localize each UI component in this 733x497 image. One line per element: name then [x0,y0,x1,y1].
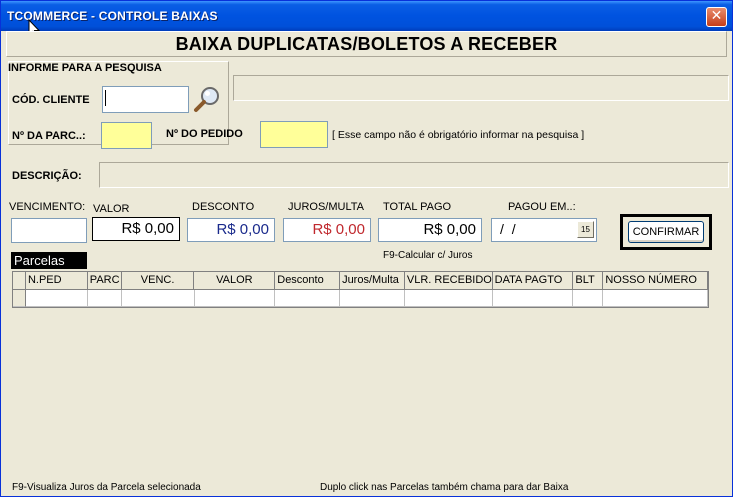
discount-label: DESCONTO [192,201,255,213]
close-button[interactable]: ✕ [706,7,727,27]
table-row[interactable] [13,290,709,307]
table-cell[interactable] [573,290,604,307]
search-button[interactable] [192,85,222,113]
description-field[interactable] [99,162,729,188]
due-date-label: VENCIMENTO: [9,201,86,213]
header-panel: BAIXA DUPLICATAS/BOLETOS A RECEBER [6,31,727,57]
title-bar[interactable]: TCOMMERCE - CONTROLE BAIXAS ✕ [1,1,732,31]
client-code-label: CÓD. CLIENTE [12,94,90,106]
table-cell[interactable] [121,290,195,307]
client-code-input[interactable] [102,86,189,113]
table-cell[interactable] [492,290,574,307]
calendar-icon: 15 [581,225,590,234]
interest-label: JUROS/MULTA [288,201,364,213]
table-cell[interactable] [603,290,709,307]
paid-on-label: PAGOU EM..: [508,201,576,213]
table-cell[interactable] [275,290,341,307]
table-cell[interactable] [25,290,88,307]
discount-field[interactable]: R$ 0,00 [187,218,275,242]
status-right-text: Duplo click nas Parcelas também chama pa… [320,482,569,493]
value-field[interactable]: R$ 0,00 [92,217,180,241]
text-caret [105,90,106,106]
order-number-label: Nº DO PEDIDO [166,128,243,140]
search-group-label: INFORME PARA A PESQUISA [8,62,162,74]
table-cell[interactable] [87,290,122,307]
parcelas-grid[interactable]: N.PED PARC VENC. VALOR Desconto Juros/Mu… [12,271,709,308]
order-number-input[interactable] [260,121,328,148]
interest-field[interactable]: R$ 0,00 [283,218,371,242]
column-header[interactable]: PARC [87,272,122,290]
confirm-button-focus: CONFIRMAR [620,214,712,250]
column-header[interactable]: N.PED [25,272,88,290]
client-area: BAIXA DUPLICATAS/BOLETOS A RECEBER INFOR… [4,31,729,495]
status-left-text: F9-Visualiza Juros da Parcela selecionad… [12,482,201,493]
column-header[interactable]: Juros/Multa [340,272,405,290]
column-header[interactable]: DATA PAGTO [492,272,574,290]
paid-on-value: / / [500,221,518,237]
total-paid-field[interactable]: R$ 0,00 [378,218,482,242]
table-cell[interactable] [194,290,276,307]
table-cell[interactable] [340,290,405,307]
description-label: DESCRIÇÃO: [12,170,82,182]
column-header[interactable]: VLR. RECEBIDO [404,272,493,290]
page-title: BAIXA DUPLICATAS/BOLETOS A RECEBER [175,34,558,54]
main-window: TCOMMERCE - CONTROLE BAIXAS ✕ BAIXA DUPL… [0,0,733,497]
value-label: VALOR [93,203,130,215]
row-indicator[interactable] [13,290,26,307]
column-header[interactable]: VALOR [194,272,276,290]
close-icon: ✕ [710,8,723,24]
parcel-number-input[interactable] [101,122,152,149]
client-name-display [233,75,729,101]
order-number-hint: [ Esse campo não é obrigatório informar … [332,129,585,141]
magnifier-icon [194,87,219,112]
column-header[interactable]: BLT [573,272,604,290]
table-cell[interactable] [404,290,493,307]
paid-on-input[interactable]: / / 15 [491,218,597,242]
total-paid-label: TOTAL PAGO [383,201,452,213]
column-header[interactable]: NOSSO NÚMERO [603,272,709,290]
column-header[interactable]: Desconto [275,272,341,290]
parcel-number-label: Nº DA PARC..: [12,130,86,142]
confirm-button[interactable]: CONFIRMAR [628,221,704,243]
due-date-input[interactable] [11,218,87,243]
status-bar: F9-Visualiza Juros da Parcela selecionad… [6,479,727,495]
calendar-button[interactable]: 15 [577,221,594,238]
grid-header: N.PED PARC VENC. VALOR Desconto Juros/Mu… [13,272,709,290]
column-header[interactable]: VENC. [121,272,195,290]
total-paid-hint: F9-Calcular c/ Juros [383,250,473,261]
row-indicator-header [13,272,26,290]
parcelas-label: Parcelas [11,252,87,269]
